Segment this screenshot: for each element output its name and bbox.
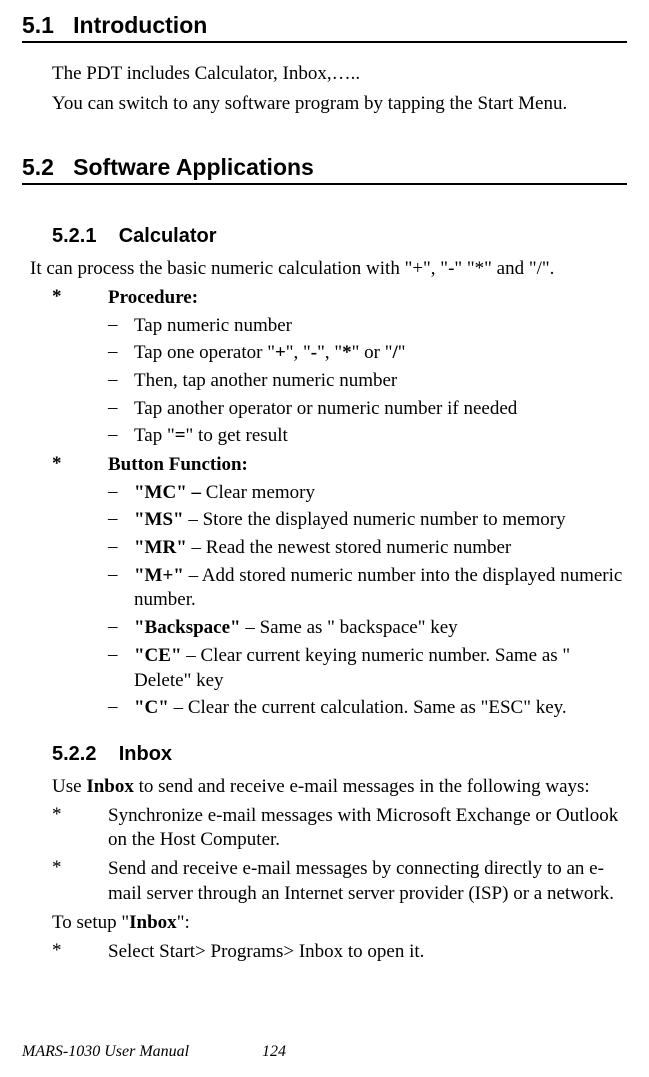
- page-footer: MARS-1030 User Manual 124: [22, 1043, 627, 1061]
- btn-text: "C" – Clear the current calculation. Sam…: [134, 696, 627, 721]
- dash-bullet: –: [108, 564, 134, 613]
- section-5-1-heading: 5.1 Introduction: [22, 12, 627, 43]
- btn-item-mr: – "MR" – Read the newest stored numeric …: [22, 536, 627, 561]
- para-5-2-1-intro: It can process the basic numeric calcula…: [30, 256, 627, 282]
- proc-item-1: – Tap numeric number: [22, 314, 627, 339]
- inbox-text: Send and receive e-mail messages by conn…: [108, 857, 627, 906]
- btn-item-ms: – "MS" – Store the displayed numeric num…: [22, 508, 627, 533]
- subsection-title: Calculator: [119, 225, 217, 247]
- btn-text: "M+" – Add stored numeric number into th…: [134, 564, 627, 613]
- para-5-2-2-intro: Use Inbox to send and receive e-mail mes…: [52, 774, 627, 800]
- proc-text: Then, tap another numeric number: [134, 369, 627, 394]
- proc-item-2: – Tap one operator "+", "-", "*" or "/": [22, 341, 627, 366]
- dash-bullet: –: [108, 508, 134, 533]
- proc-item-3: – Then, tap another numeric number: [22, 369, 627, 394]
- subsection-title: Inbox: [119, 743, 172, 765]
- section-title: Introduction: [73, 12, 207, 38]
- proc-text: Tap numeric number: [134, 314, 627, 339]
- procedure-heading-row: * Procedure:: [22, 286, 627, 311]
- dash-bullet: –: [108, 341, 134, 366]
- dash-bullet: –: [108, 616, 134, 641]
- section-5-2-1-heading: 5.2.1 Calculator: [22, 225, 627, 248]
- procedure-label: Procedure:: [108, 286, 627, 311]
- btn-text: "MS" – Store the displayed numeric numbe…: [134, 508, 627, 533]
- para-setup: To setup "Inbox":: [52, 910, 627, 936]
- btn-text: "MC" – Clear memory: [134, 481, 627, 506]
- section-5-2-2-heading: 5.2.2 Inbox: [22, 743, 627, 766]
- dash-bullet: –: [108, 424, 134, 449]
- star-bullet: *: [52, 857, 108, 906]
- btn-text: "Backspace" – Same as " backspace" key: [134, 616, 627, 641]
- dash-bullet: –: [108, 314, 134, 339]
- section-5-2-heading: 5.2 Software Applications: [22, 154, 627, 185]
- proc-item-5: – Tap "=" to get result: [22, 424, 627, 449]
- footer-title: MARS-1030 User Manual: [22, 1043, 262, 1061]
- star-bullet: *: [52, 940, 108, 965]
- dash-bullet: –: [108, 696, 134, 721]
- dash-bullet: –: [108, 481, 134, 506]
- dash-bullet: –: [108, 369, 134, 394]
- proc-text: Tap another operator or numeric number i…: [134, 397, 627, 422]
- btn-text: "CE" – Clear current keying numeric numb…: [134, 644, 627, 693]
- para-5-1-2: You can switch to any software program b…: [52, 91, 627, 117]
- star-bullet: *: [52, 804, 108, 853]
- star-bullet: *: [52, 286, 108, 311]
- button-function-label: Button Function:: [108, 453, 627, 478]
- section-title: Software Applications: [73, 154, 314, 180]
- star-bullet: *: [52, 453, 108, 478]
- btn-item-mplus: – "M+" – Add stored numeric number into …: [22, 564, 627, 613]
- setup-text: Select Start> Programs> Inbox to open it…: [108, 940, 627, 965]
- btn-item-c: – "C" – Clear the current calculation. S…: [22, 696, 627, 721]
- btn-text: "MR" – Read the newest stored numeric nu…: [134, 536, 627, 561]
- inbox-item-1: * Synchronize e-mail messages with Micro…: [22, 804, 627, 853]
- dash-bullet: –: [108, 536, 134, 561]
- proc-text: Tap one operator "+", "-", "*" or "/": [134, 341, 627, 366]
- proc-item-4: – Tap another operator or numeric number…: [22, 397, 627, 422]
- proc-text: Tap "=" to get result: [134, 424, 627, 449]
- inbox-text: Synchronize e-mail messages with Microso…: [108, 804, 627, 853]
- inbox-item-2: * Send and receive e-mail messages by co…: [22, 857, 627, 906]
- dash-bullet: –: [108, 397, 134, 422]
- setup-item-1: * Select Start> Programs> Inbox to open …: [22, 940, 627, 965]
- btn-item-mc: – "MC" – Clear memory: [22, 481, 627, 506]
- footer-page: 124: [262, 1043, 286, 1061]
- subsection-num: 5.2.2: [52, 743, 96, 765]
- section-num: 5.2: [22, 154, 54, 180]
- subsection-num: 5.2.1: [52, 225, 96, 247]
- btn-item-ce: – "CE" – Clear current keying numeric nu…: [22, 644, 627, 693]
- dash-bullet: –: [108, 644, 134, 693]
- button-function-heading-row: * Button Function:: [22, 453, 627, 478]
- para-5-1-1: The PDT includes Calculator, Inbox,…..: [52, 61, 627, 87]
- section-num: 5.1: [22, 12, 54, 38]
- btn-item-backspace: – "Backspace" – Same as " backspace" key: [22, 616, 627, 641]
